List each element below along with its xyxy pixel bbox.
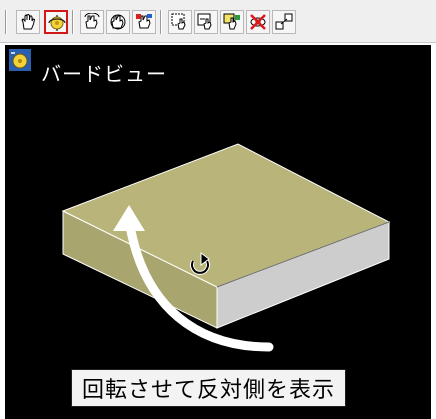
continuous-orbit-button[interactable] (132, 10, 156, 34)
adjust-distance-button[interactable] (272, 10, 296, 34)
toolbar-separator (72, 10, 74, 34)
pan-hand-button[interactable] (16, 10, 40, 34)
pan-hand-icon (21, 13, 36, 30)
orbit-icon (48, 15, 66, 31)
constrained-orbit-button[interactable] (80, 10, 104, 34)
constrained-orbit-icon (84, 13, 100, 29)
toolbar (0, 0, 436, 43)
caption-label: 回転させて反対側を表示 (71, 369, 347, 407)
adjust-distance-icon (275, 13, 293, 30)
free-orbit-button[interactable] (106, 10, 130, 34)
3d-scene[interactable] (5, 45, 431, 419)
zoom-previous-icon (197, 13, 212, 30)
toolbar-grip (5, 10, 7, 34)
zoom-window-button[interactable] (168, 10, 192, 34)
orbit-button[interactable] (44, 10, 68, 34)
clipping-plane-icon (250, 14, 266, 30)
continuous-orbit-icon (136, 14, 152, 29)
toolbar-separator (160, 10, 162, 34)
zoom-window-icon (171, 13, 186, 30)
free-orbit-icon (110, 14, 126, 30)
clipping-plane-button[interactable] (246, 10, 270, 34)
zoom-previous-button[interactable] (194, 10, 218, 34)
zoom-extents-button[interactable] (220, 10, 244, 34)
bird-view-viewport[interactable]: バードビュー 回転させて反対側を表示 (5, 45, 431, 419)
zoom-extents-icon (223, 13, 240, 30)
